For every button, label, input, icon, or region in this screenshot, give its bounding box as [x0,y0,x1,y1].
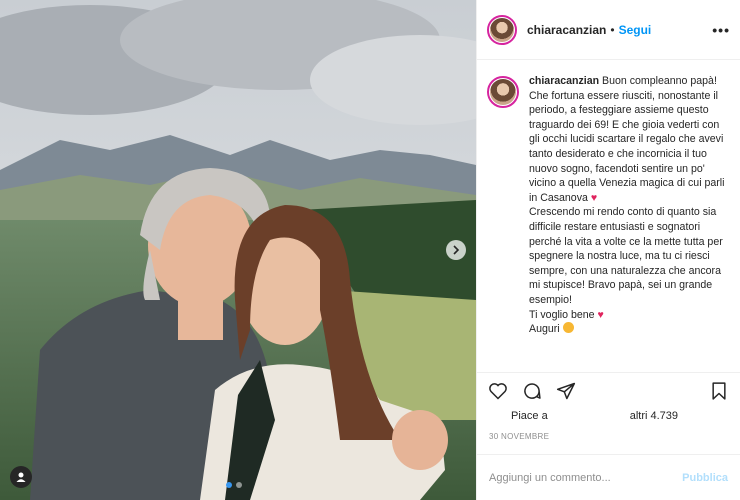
caption-paragraph-2: Crescendo mi rendo conto di quanto sia d… [529,206,723,306]
user-tag-button[interactable] [10,466,32,488]
carousel-dot [236,482,242,488]
publish-button[interactable]: Pubblica [682,472,728,484]
carousel-dot [226,482,232,488]
caption-paragraph-1: Buon compleanno papà! Che fortuna essere… [529,75,725,204]
avatar-image [490,17,514,42]
comment-icon [524,382,541,399]
likes-suffix: altri 4.739 [629,410,679,422]
like-button[interactable] [487,380,509,402]
comments-section: chiaracanzian Buon compleanno papà! Che … [477,60,740,372]
red-heart-emoji: ♥ [590,191,598,204]
heart-eyes-emoji-icon [562,322,574,334]
caption-paragraph-3: Ti voglio bene [529,308,595,321]
caption: chiaracanzian Buon compleanno papà! Che … [487,74,730,337]
photo-illustration [0,0,476,500]
likes-prefix: Piace a [511,410,548,422]
avatar[interactable] [487,14,517,45]
header-username[interactable]: chiaracanzian [527,23,606,37]
likes-username-redacted [547,410,630,422]
post-header: chiaracanzian • Segui ••• [477,0,740,60]
follow-button[interactable]: Segui [619,23,652,37]
post-photo[interactable] [0,0,476,500]
user-tag-icon [16,472,26,482]
post-actions [477,372,740,408]
save-button[interactable] [708,380,730,402]
likes-count[interactable]: Piace a altri 4.739 [511,410,678,422]
avatar-image [490,79,516,105]
carousel-indicator [226,482,242,488]
red-heart-emoji: ♥ [597,308,604,321]
header-separator: • [610,22,615,37]
next-photo-button[interactable] [446,240,466,260]
caption-username[interactable]: chiaracanzian [529,75,599,87]
more-options-button[interactable]: ••• [712,22,730,38]
comment-button[interactable] [521,380,543,402]
caption-text: chiaracanzian Buon compleanno papà! Che … [529,74,729,337]
post-date[interactable]: 30 NOVEMBRE [489,432,549,441]
heart-icon [489,382,507,400]
share-icon [556,382,576,399]
instagram-post: chiaracanzian • Segui ••• chiaracanzian … [0,0,740,500]
chevron-right-icon [453,245,460,255]
bookmark-icon [712,381,726,400]
comment-input[interactable] [489,471,683,484]
caption-avatar[interactable] [487,76,519,108]
post-side-panel: chiaracanzian • Segui ••• chiaracanzian … [476,0,740,500]
caption-paragraph-4: Auguri [529,323,560,336]
share-button[interactable] [555,380,577,402]
add-comment-bar: Pubblica [477,454,740,500]
